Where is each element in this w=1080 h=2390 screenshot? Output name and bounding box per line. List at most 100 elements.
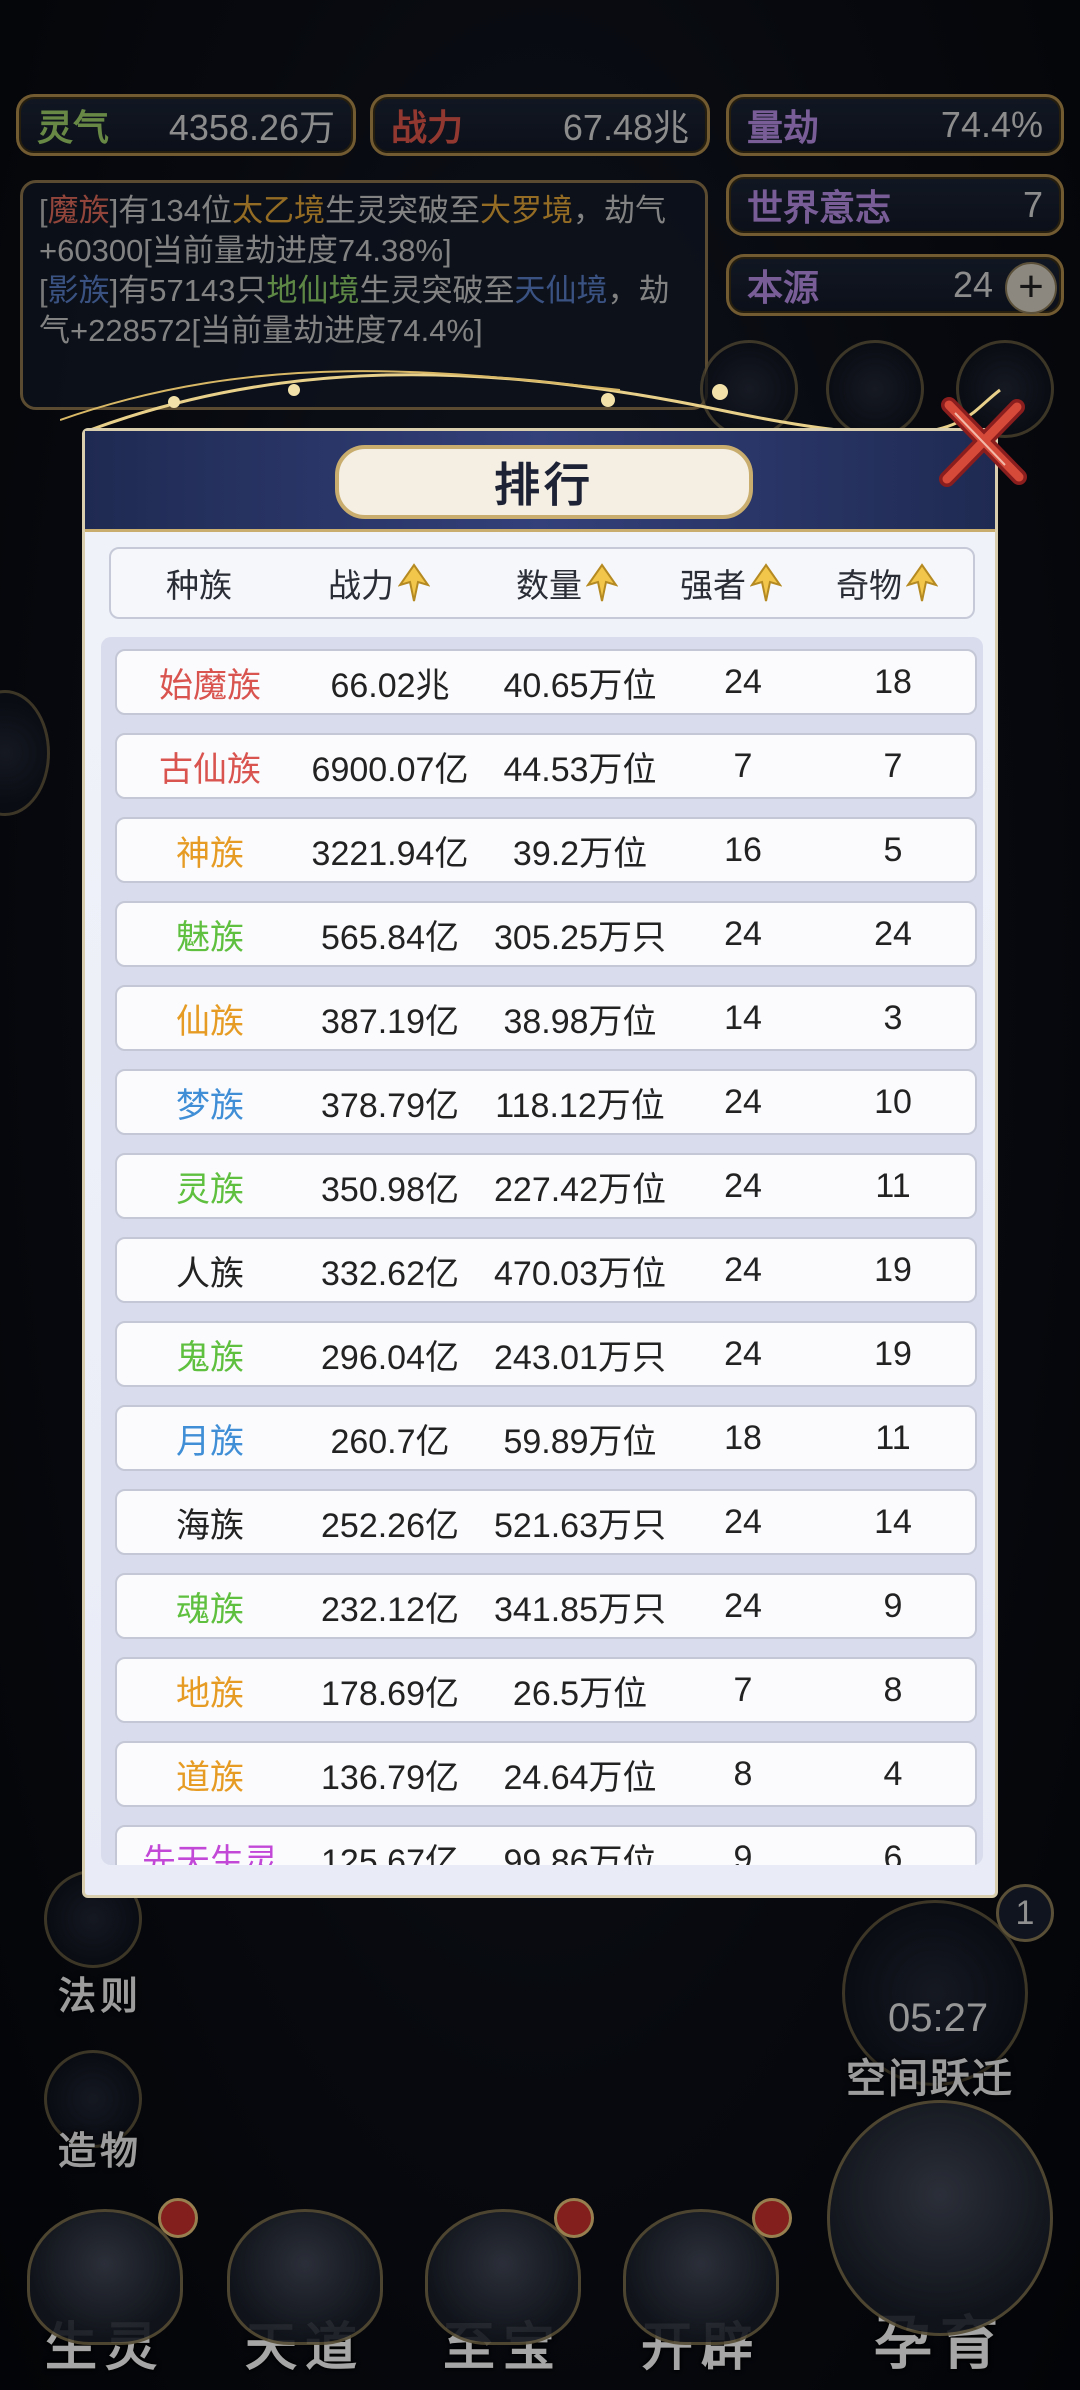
sort-power-button[interactable]: 战力 — [287, 549, 471, 617]
ranking-row[interactable]: 仙族 387.19亿 38.98万位 14 3 — [115, 985, 977, 1051]
race-name: 人族 — [176, 1254, 244, 1293]
race-count: 24.64万位 — [503, 1758, 657, 1797]
race-count: 118.12万位 — [495, 1086, 665, 1125]
race-name: 始魔族 — [159, 666, 261, 705]
sort-arrow-icon — [906, 563, 938, 602]
race-power: 252.26亿 — [321, 1506, 459, 1545]
ranking-row[interactable]: 鬼族 296.04亿 243.01万只 24 19 — [115, 1321, 977, 1387]
race-power: 565.84亿 — [321, 918, 459, 957]
race-name: 魅族 — [176, 918, 244, 957]
race-name: 仙族 — [176, 1002, 244, 1041]
race-strong: 24 — [724, 914, 762, 953]
ranking-row[interactable]: 月族 260.7亿 59.89万位 18 11 — [115, 1405, 977, 1471]
race-power: 3221.94亿 — [311, 834, 469, 873]
race-count: 26.5万位 — [512, 1674, 648, 1713]
race-power: 136.79亿 — [321, 1758, 459, 1797]
ranking-row[interactable]: 人族 332.62亿 470.03万位 24 19 — [115, 1237, 977, 1303]
header-label: 数量 — [516, 567, 582, 604]
race-count: 243.01万只 — [494, 1338, 666, 1377]
race-items: 6 — [883, 1838, 903, 1866]
race-items: 8 — [883, 1670, 903, 1709]
sort-strong-button[interactable]: 强者 — [663, 549, 799, 617]
race-power: 232.12亿 — [321, 1590, 459, 1629]
close-button[interactable] — [935, 395, 1029, 489]
race-strong: 24 — [724, 1166, 762, 1205]
race-count: 470.03万位 — [494, 1254, 666, 1293]
ranking-row[interactable]: 古仙族 6900.07亿 44.53万位 7 7 — [115, 733, 977, 799]
race-power: 66.02兆 — [330, 666, 450, 705]
race-name: 道族 — [176, 1758, 244, 1797]
ranking-row[interactable]: 地族 178.69亿 26.5万位 7 8 — [115, 1657, 977, 1723]
race-power: 332.62亿 — [321, 1254, 459, 1293]
ranking-row[interactable]: 始魔族 66.02兆 40.65万位 24 18 — [115, 649, 977, 715]
race-strong: 24 — [724, 1586, 762, 1625]
race-items: 24 — [874, 914, 912, 953]
race-strong: 24 — [724, 1502, 762, 1541]
race-strong: 24 — [724, 1334, 762, 1373]
ranking-row[interactable]: 道族 136.79亿 24.64万位 8 4 — [115, 1741, 977, 1807]
race-count: 44.53万位 — [503, 750, 657, 789]
race-name: 海族 — [176, 1506, 244, 1545]
race-name: 古仙族 — [159, 750, 261, 789]
race-name: 鬼族 — [176, 1338, 244, 1377]
race-strong: 8 — [733, 1754, 753, 1793]
ranking-dialog: 排行 种族 战力 数量 强者 奇物 始魔族 66.02兆 40.65万位 24 … — [82, 397, 1027, 1898]
race-strong: 24 — [724, 1082, 762, 1121]
ranking-row[interactable]: 魂族 232.12亿 341.85万只 24 9 — [115, 1573, 977, 1639]
ranking-row[interactable]: 梦族 378.79亿 118.12万位 24 10 — [115, 1069, 977, 1135]
race-power: 260.7亿 — [330, 1422, 450, 1461]
race-count: 341.85万只 — [494, 1590, 666, 1629]
race-items: 7 — [883, 746, 903, 785]
ranking-list[interactable]: 始魔族 66.02兆 40.65万位 24 18 古仙族 6900.07亿 44… — [101, 637, 983, 1865]
race-name: 月族 — [176, 1422, 244, 1461]
race-items: 10 — [874, 1082, 912, 1121]
race-name: 地族 — [176, 1674, 244, 1713]
race-items: 19 — [874, 1250, 912, 1289]
race-items: 18 — [874, 662, 912, 701]
race-power: 6900.07亿 — [311, 750, 469, 789]
header-label: 战力 — [328, 567, 394, 604]
race-name: 梦族 — [176, 1086, 244, 1125]
race-strong: 14 — [724, 998, 762, 1037]
ranking-row[interactable]: 先天生灵 125.67亿 99.86万位 9 6 — [115, 1825, 977, 1865]
sort-arrow-icon — [586, 563, 618, 602]
race-items: 11 — [875, 1418, 911, 1457]
race-count: 521.63万只 — [494, 1506, 666, 1545]
header-race: 种族 — [111, 549, 287, 617]
race-items: 14 — [874, 1502, 912, 1541]
ranking-row[interactable]: 灵族 350.98亿 227.42万位 24 11 — [115, 1153, 977, 1219]
race-items: 11 — [875, 1166, 911, 1205]
race-name: 先天生灵 — [142, 1842, 278, 1866]
sort-arrow-icon — [398, 563, 430, 602]
race-count: 40.65万位 — [503, 666, 657, 705]
sort-items-button[interactable]: 奇物 — [799, 549, 975, 617]
race-power: 350.98亿 — [321, 1170, 459, 1209]
ranking-row[interactable]: 神族 3221.94亿 39.2万位 16 5 — [115, 817, 977, 883]
race-strong: 24 — [724, 1250, 762, 1289]
race-strong: 7 — [733, 1670, 753, 1709]
race-count: 305.25万只 — [494, 918, 666, 957]
race-name: 魂族 — [176, 1590, 244, 1629]
race-power: 378.79亿 — [321, 1086, 459, 1125]
race-strong: 9 — [733, 1838, 753, 1866]
header-label: 强者 — [680, 567, 746, 604]
race-power: 125.67亿 — [321, 1842, 459, 1866]
header-label: 种族 — [166, 567, 232, 604]
race-name: 灵族 — [176, 1170, 244, 1209]
race-count: 59.89万位 — [503, 1422, 657, 1461]
race-strong: 18 — [724, 1418, 762, 1457]
table-header: 种族 战力 数量 强者 奇物 — [109, 547, 975, 619]
race-items: 9 — [883, 1586, 903, 1625]
race-power: 296.04亿 — [321, 1338, 459, 1377]
race-items: 4 — [883, 1754, 903, 1793]
race-count: 38.98万位 — [503, 1002, 657, 1041]
dialog-title: 排行 — [335, 445, 753, 519]
ranking-row[interactable]: 魅族 565.84亿 305.25万只 24 24 — [115, 901, 977, 967]
race-strong: 24 — [724, 662, 762, 701]
race-name: 神族 — [176, 834, 244, 873]
race-power: 387.19亿 — [321, 1002, 459, 1041]
race-strong: 7 — [733, 746, 753, 785]
sort-count-button[interactable]: 数量 — [471, 549, 663, 617]
race-items: 19 — [874, 1334, 912, 1373]
ranking-row[interactable]: 海族 252.26亿 521.63万只 24 14 — [115, 1489, 977, 1555]
